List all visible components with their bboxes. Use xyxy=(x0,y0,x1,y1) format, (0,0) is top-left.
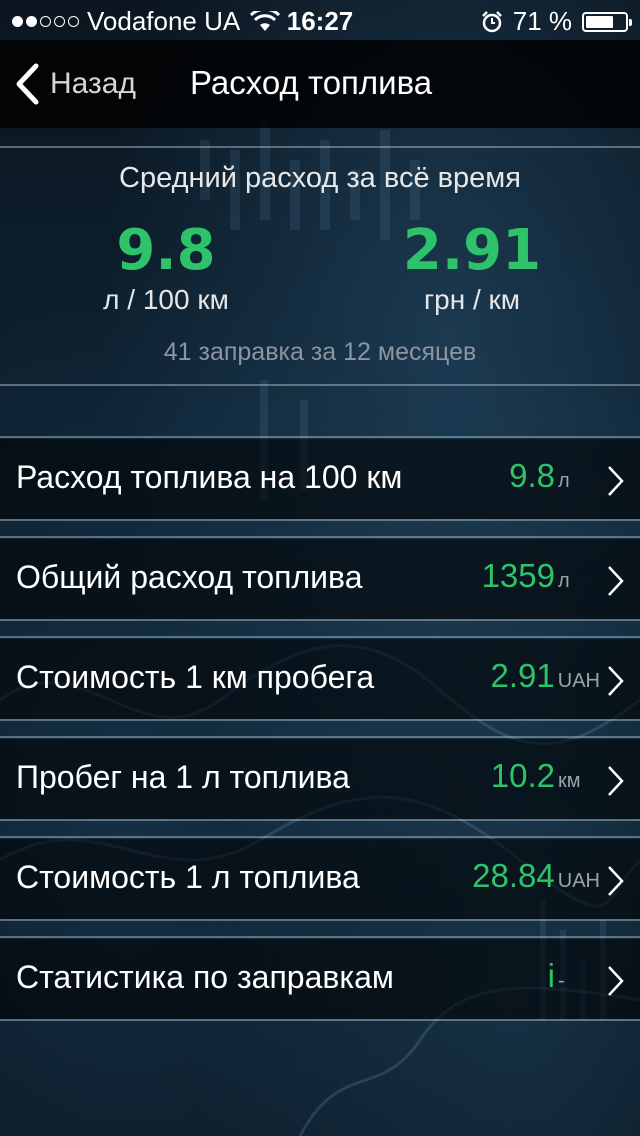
row-value: 10.2 xyxy=(490,757,555,794)
divider xyxy=(0,436,640,438)
divider xyxy=(0,619,640,621)
chevron-right-icon xyxy=(608,566,624,596)
battery-icon xyxy=(582,11,632,32)
row-unit: UAH xyxy=(557,670,600,692)
row-value-group: 28.84 UAH xyxy=(472,857,600,895)
row-label: Стоимость 1 км пробега xyxy=(16,659,375,695)
row-unit: км xyxy=(558,770,581,792)
divider xyxy=(0,819,640,821)
row-unit: л xyxy=(558,470,570,492)
divider xyxy=(0,719,640,721)
row-total-consumption[interactable]: Общий расход топлива 1359 л xyxy=(0,539,640,619)
chevron-right-icon xyxy=(608,866,624,896)
row-unit: - xyxy=(558,970,565,992)
navigation-bar: Назад Расход топлива xyxy=(0,40,640,128)
chevron-right-icon xyxy=(608,466,624,496)
divider xyxy=(0,636,640,638)
battery-percent: 71 % xyxy=(512,6,572,36)
row-value-group: 10.2 км xyxy=(491,757,600,795)
row-value-group: 9.8 л xyxy=(509,457,600,495)
row-value: i xyxy=(547,957,555,994)
divider xyxy=(0,736,640,738)
avg-consumption-unit: л / 100 км xyxy=(103,284,229,315)
row-cost-per-liter[interactable]: Стоимость 1 л топлива 28.84 UAH xyxy=(0,839,640,919)
divider xyxy=(0,519,640,521)
chevron-right-icon xyxy=(608,666,624,696)
row-value-group: i - xyxy=(548,957,600,995)
divider xyxy=(0,384,640,386)
avg-consumption-value: 9.8 xyxy=(116,218,216,283)
page-title: Расход топлива xyxy=(190,64,433,101)
chevron-right-icon xyxy=(608,966,624,996)
divider xyxy=(0,1019,640,1021)
row-label: Расход топлива на 100 км xyxy=(16,459,403,495)
row-consumption-per-100km[interactable]: Расход топлива на 100 км 9.8 л xyxy=(0,439,640,519)
row-value: 9.8 xyxy=(509,457,555,494)
chevron-left-icon xyxy=(16,63,39,105)
row-unit: UAH xyxy=(557,870,600,892)
avg-cost-unit: грн / км xyxy=(423,284,521,315)
row-refuel-statistics[interactable]: Статистика по заправкам i - xyxy=(0,939,640,1019)
divider xyxy=(0,836,640,838)
alarm-clock-icon xyxy=(481,10,502,32)
row-unit: л xyxy=(558,570,570,592)
row-value-group: 2.91 UAH xyxy=(491,657,600,695)
chevron-right-icon xyxy=(608,766,624,796)
status-bar: Vodafone UA 16:27 71 % xyxy=(0,0,640,40)
back-button[interactable]: Назад xyxy=(14,62,136,106)
row-label: Стоимость 1 л топлива xyxy=(16,859,360,895)
summary-title: Средний расход за всё время xyxy=(119,162,521,194)
row-value-group: 1359 л xyxy=(482,557,600,595)
row-value: 1359 xyxy=(481,557,555,594)
divider xyxy=(0,936,640,938)
row-distance-per-liter[interactable]: Пробег на 1 л топлива 10.2 км xyxy=(0,739,640,819)
back-button-label: Назад xyxy=(50,67,136,100)
row-cost-per-km[interactable]: Стоимость 1 км пробега 2.91 UAH xyxy=(0,639,640,719)
status-right: 71 % xyxy=(481,6,632,37)
row-value: 2.91 xyxy=(490,657,555,694)
avg-cost-value: 2.91 xyxy=(402,218,542,283)
row-label: Общий расход топлива xyxy=(16,559,363,595)
refuel-count-note: 41 заправка за 12 месяцев xyxy=(163,338,477,366)
row-label: Пробег на 1 л топлива xyxy=(16,759,350,795)
divider xyxy=(0,536,640,538)
divider xyxy=(0,919,640,921)
divider xyxy=(0,146,640,148)
row-label: Статистика по заправкам xyxy=(16,959,394,995)
row-value: 28.84 xyxy=(472,857,555,894)
